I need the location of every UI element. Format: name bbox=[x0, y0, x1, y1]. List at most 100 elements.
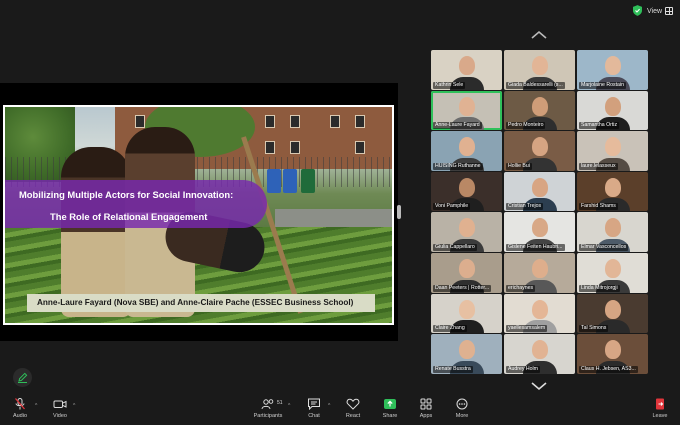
participant-tile[interactable]: Audrey Holm bbox=[504, 334, 575, 374]
chat-button[interactable]: Chat bbox=[294, 398, 334, 424]
participant-video bbox=[458, 340, 475, 360]
participant-name: Marjolaine Rostain bbox=[579, 81, 626, 89]
participant-name: Anne-Laure Fayard bbox=[433, 122, 482, 130]
participant-tile[interactable]: Giada Baldessarelli (s... bbox=[504, 50, 575, 90]
participant-video bbox=[531, 299, 548, 319]
participant-tile[interactable]: Linda Mitrojorgji bbox=[577, 252, 648, 293]
participant-tile[interactable]: Cristian Trejos bbox=[504, 171, 575, 212]
shield-icon bbox=[633, 5, 642, 16]
participant-video bbox=[604, 340, 621, 360]
participant-tile[interactable]: Claus H. Jebsen, AS3... bbox=[577, 334, 648, 374]
participant-video bbox=[458, 299, 475, 319]
participant-name: HUISING Ruthanne bbox=[433, 162, 483, 170]
participant-video bbox=[458, 56, 475, 75]
participant-name: Renate Buss​tra bbox=[433, 365, 473, 373]
participant-tile[interactable]: Elmar Vasconcellos bbox=[577, 212, 648, 252]
participant-tile[interactable]: HUISING Ruthanne bbox=[431, 131, 502, 171]
participant-tile[interactable]: Gislene Feiten Haubri... bbox=[504, 212, 575, 252]
participant-tile[interactable]: Anne-Laure Fayard bbox=[431, 90, 502, 131]
view-button[interactable]: View bbox=[647, 5, 674, 17]
participant-name: Elmar Vasconcellos bbox=[579, 243, 629, 251]
slide-subtitle: The Role of Relational Engagement bbox=[50, 211, 208, 222]
participant-name: Giulia Cappellaro bbox=[433, 243, 477, 251]
participant-name: Cristian Trejos bbox=[506, 203, 544, 211]
leave-button[interactable]: Leave bbox=[640, 398, 680, 424]
slide-authors: Anne-Laure Fayard (Nova SBE) and Anne-Cl… bbox=[37, 298, 354, 307]
chevron-up-icon[interactable] bbox=[530, 30, 548, 40]
participant-name: Claire Zhang bbox=[433, 325, 467, 333]
shared-screen: Mobilizing Multiple Actors for Social In… bbox=[0, 83, 398, 341]
more-button[interactable]: More bbox=[442, 398, 482, 424]
participant-name: Claus H. Jebsen, AS3... bbox=[579, 365, 638, 373]
participants-options-caret[interactable]: ^ bbox=[288, 403, 290, 409]
participant-tile[interactable]: Voni Pamphile bbox=[431, 171, 502, 212]
participant-name: Gislene Feiten Haubri... bbox=[506, 243, 565, 251]
participant-tile[interactable]: Giulia Cappellaro bbox=[431, 212, 502, 252]
apps-button[interactable]: Apps bbox=[406, 398, 446, 424]
participant-name: Hollie Bui bbox=[506, 162, 532, 170]
chat-label: Chat bbox=[308, 413, 320, 419]
participant-tile[interactable]: Samantha Ortiz bbox=[577, 90, 648, 131]
participant-tile[interactable]: Farshid Shams bbox=[577, 171, 648, 212]
audio-options-caret[interactable]: ^ bbox=[35, 403, 37, 409]
annotate-button[interactable] bbox=[13, 368, 32, 387]
participant-tile[interactable]: Daan Peeters | Rotter... bbox=[431, 252, 502, 293]
video-camera-icon bbox=[53, 400, 67, 408]
participant-tile[interactable]: Claire Zhang bbox=[431, 293, 502, 334]
share-screen-icon bbox=[384, 399, 396, 409]
chevron-down-icon[interactable] bbox=[530, 381, 548, 391]
participant-name: Kathrin Sele bbox=[433, 81, 466, 89]
participant-video bbox=[604, 137, 621, 157]
participant-tile[interactable]: erichaynes bbox=[504, 252, 575, 293]
participant-video bbox=[604, 56, 621, 75]
participant-tile[interactable]: Hollie Bui bbox=[504, 131, 575, 171]
participant-name: Giada Baldessarelli (s... bbox=[506, 81, 565, 89]
slide-title: Mobilizing Multiple Actors for Social In… bbox=[19, 189, 234, 200]
participant-video bbox=[531, 137, 548, 157]
audio-button[interactable]: Audio bbox=[0, 398, 40, 424]
participant-name: Daan Peeters | Rotter... bbox=[433, 284, 492, 292]
participant-name: yaellesamsalem bbox=[506, 325, 548, 333]
participant-video bbox=[604, 299, 621, 319]
participant-video bbox=[458, 218, 475, 238]
participant-name: Farshid Shams bbox=[579, 203, 618, 211]
participant-video bbox=[531, 218, 548, 238]
pencil-icon bbox=[18, 372, 28, 383]
participant-video bbox=[531, 258, 548, 278]
participant-tile[interactable]: Tal Simons bbox=[577, 293, 648, 334]
video-button[interactable]: Video bbox=[40, 398, 80, 424]
participant-tile[interactable]: Renate Buss​tra bbox=[431, 334, 502, 374]
top-bar: View bbox=[0, 0, 680, 22]
share-label: Share bbox=[382, 413, 398, 419]
resize-handle[interactable] bbox=[397, 205, 401, 219]
participant-name: Pedro Monteiro bbox=[506, 122, 546, 130]
participant-video bbox=[531, 340, 548, 360]
participant-gallery: Kathrin Sele Giada Baldessarelli (s... Mar… bbox=[431, 50, 648, 375]
participant-video bbox=[604, 96, 621, 116]
participant-tile[interactable]: laure.lelasseux bbox=[577, 131, 648, 171]
participant-name: Tal Simons bbox=[579, 325, 609, 333]
participant-tile[interactable]: Marjolaine Rostain bbox=[577, 50, 648, 90]
audio-label: Audio bbox=[12, 413, 28, 419]
video-options-caret[interactable]: ^ bbox=[73, 403, 75, 409]
more-label: More bbox=[455, 413, 469, 419]
participant-tile[interactable]: yaellesamsalem bbox=[504, 293, 575, 334]
participant-tile[interactable]: Pedro Monteiro bbox=[504, 90, 575, 131]
participant-video bbox=[458, 177, 475, 197]
participants-label: Participants bbox=[253, 413, 283, 419]
participant-video bbox=[531, 56, 548, 75]
share-button[interactable]: Share bbox=[370, 398, 410, 424]
microphone-muted-icon bbox=[15, 398, 25, 410]
presentation-slide: Mobilizing Multiple Actors for Social In… bbox=[3, 105, 394, 325]
participant-name: erichaynes bbox=[506, 284, 536, 292]
participant-tile[interactable]: Kathrin Sele bbox=[431, 50, 502, 90]
react-button[interactable]: React bbox=[333, 398, 373, 424]
meeting-toolbar: Audio ^ Video ^ Participants 51 ^ Chat ^… bbox=[0, 396, 680, 425]
participant-video bbox=[531, 177, 548, 197]
participants-count: 51 bbox=[277, 400, 283, 406]
participant-name: Linda Mitrojorgji bbox=[579, 284, 620, 292]
heart-icon bbox=[346, 398, 360, 410]
participant-video bbox=[531, 96, 548, 116]
chat-options-caret[interactable]: ^ bbox=[328, 403, 330, 409]
more-icon bbox=[456, 398, 468, 410]
